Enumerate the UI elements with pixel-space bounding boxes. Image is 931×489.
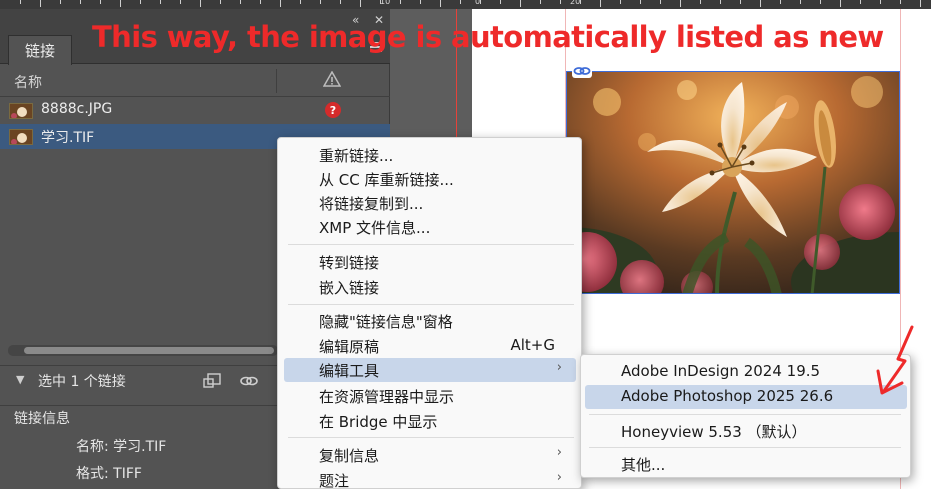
menu-item-go-to-link[interactable]: 转到链接 [284, 250, 576, 274]
list-item[interactable]: 8888c.JPG ? [0, 98, 390, 123]
collapse-info-icon[interactable]: ▼ [16, 373, 24, 386]
annotation-arrow-icon [876, 325, 914, 395]
lily-image [567, 72, 899, 293]
menu-item-embed-link[interactable]: 嵌入链接 [284, 275, 576, 299]
column-divider[interactable] [276, 69, 277, 93]
shortcut-label: Alt+G [510, 336, 555, 354]
chevron-right-icon: › [556, 470, 562, 485]
placed-image-frame[interactable] [566, 71, 900, 294]
menu-item-edit-original[interactable]: 编辑原稿 Alt+G [284, 334, 576, 358]
image-thumbnail [9, 129, 33, 145]
menu-separator [589, 414, 901, 415]
info-row-format: 格式: TIFF [76, 463, 142, 483]
ruler-label: 0 [475, 0, 481, 6]
menu-separator [288, 437, 574, 438]
column-name[interactable]: 名称 [14, 72, 42, 92]
submenu-item-honeyview[interactable]: Honeyview 5.53 （默认） [585, 419, 907, 443]
link-name: 8888c.JPG [41, 101, 113, 117]
chevron-right-icon: › [556, 360, 562, 375]
menu-separator [589, 447, 901, 448]
menu-item-copy-info[interactable]: 复制信息 › [284, 443, 576, 467]
submenu-item-indesign[interactable]: Adobe InDesign 2024 19.5 [585, 360, 907, 384]
warning-icon[interactable] [323, 71, 341, 87]
horizontal-ruler: 10 0 20 [0, 0, 931, 9]
menu-item-reveal-explorer[interactable]: 在资源管理器中显示 [284, 384, 576, 408]
scrollbar-thumb[interactable] [24, 347, 274, 354]
tab-links[interactable]: 链接 [8, 35, 72, 65]
selection-count: 选中 1 个链接 [38, 374, 126, 390]
submenu-item-photoshop[interactable]: Adobe Photoshop 2025 26.6 [585, 385, 907, 409]
image-thumbnail [9, 103, 33, 119]
menu-item-relink-cc[interactable]: 从 CC 库重新链接... [284, 167, 576, 191]
menu-item-hide-info-pane[interactable]: 隐藏"链接信息"窗格 [284, 309, 576, 333]
ruler-label: 10 [380, 0, 391, 6]
link-badge-icon[interactable] [572, 64, 592, 78]
info-value: 学习.TIF [113, 439, 167, 455]
relink-icon[interactable] [203, 372, 223, 390]
link-info-title: 链接信息 [14, 411, 70, 427]
menu-item-copy-link[interactable]: 将链接复制到... [284, 191, 576, 215]
context-menu: 重新链接... 从 CC 库重新链接... 将链接复制到... XMP 文件信息… [277, 137, 582, 489]
menu-separator [288, 304, 574, 305]
menu-separator [288, 244, 574, 245]
menu-item-relink[interactable]: 重新链接... [284, 143, 576, 167]
info-row-name: 名称: 学习.TIF [76, 436, 166, 456]
info-label: 名称: [76, 439, 109, 455]
info-value: TIFF [113, 466, 142, 482]
menu-item-xmp-info[interactable]: XMP 文件信息... [284, 215, 576, 239]
missing-link-icon[interactable]: ? [325, 102, 341, 118]
menu-item-captions[interactable]: 题注 › [284, 468, 576, 489]
link-name: 学习.TIF [41, 130, 95, 146]
ruler-label: 20 [570, 0, 581, 6]
info-label: 格式: [76, 466, 109, 482]
go-to-link-icon[interactable] [239, 372, 259, 390]
menu-item-reveal-bridge[interactable]: 在 Bridge 中显示 [284, 409, 576, 433]
annotation-text: This way, the image is automatically lis… [92, 20, 884, 54]
horizontal-scrollbar[interactable] [8, 345, 278, 356]
submenu-item-other[interactable]: 其他... [585, 452, 907, 476]
column-header: 名称 [0, 65, 390, 97]
chevron-right-icon: › [556, 445, 562, 460]
menu-item-edit-with[interactable]: 编辑工具 › [284, 358, 576, 382]
edit-with-submenu: Adobe InDesign 2024 19.5 Adobe Photoshop… [580, 354, 911, 478]
